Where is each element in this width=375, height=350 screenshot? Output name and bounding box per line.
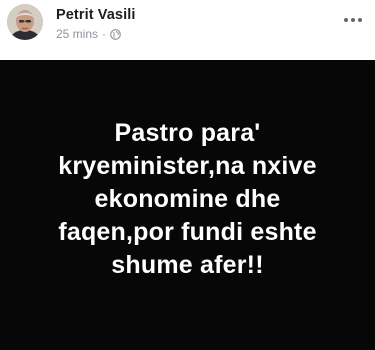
more-options-button[interactable] <box>341 12 365 28</box>
post-header: Petrit Vasili 25 mins · <box>0 0 375 60</box>
globe-icon[interactable] <box>110 29 121 40</box>
meta-separator: · <box>102 27 107 41</box>
author-name[interactable]: Petrit Vasili <box>56 7 135 23</box>
post-meta: 25 mins · <box>56 27 121 41</box>
post-time[interactable]: 25 mins <box>56 27 98 41</box>
author-avatar[interactable] <box>7 4 43 40</box>
facebook-post: Petrit Vasili 25 mins · Pastro para' kry… <box>0 0 375 350</box>
more-options-icon <box>344 18 362 22</box>
status-text: Pastro para' kryeminister,na nxive ekono… <box>58 118 317 279</box>
status-background: Pastro para' kryeminister,na nxive ekono… <box>0 60 375 350</box>
avatar-portrait-icon <box>7 4 43 40</box>
